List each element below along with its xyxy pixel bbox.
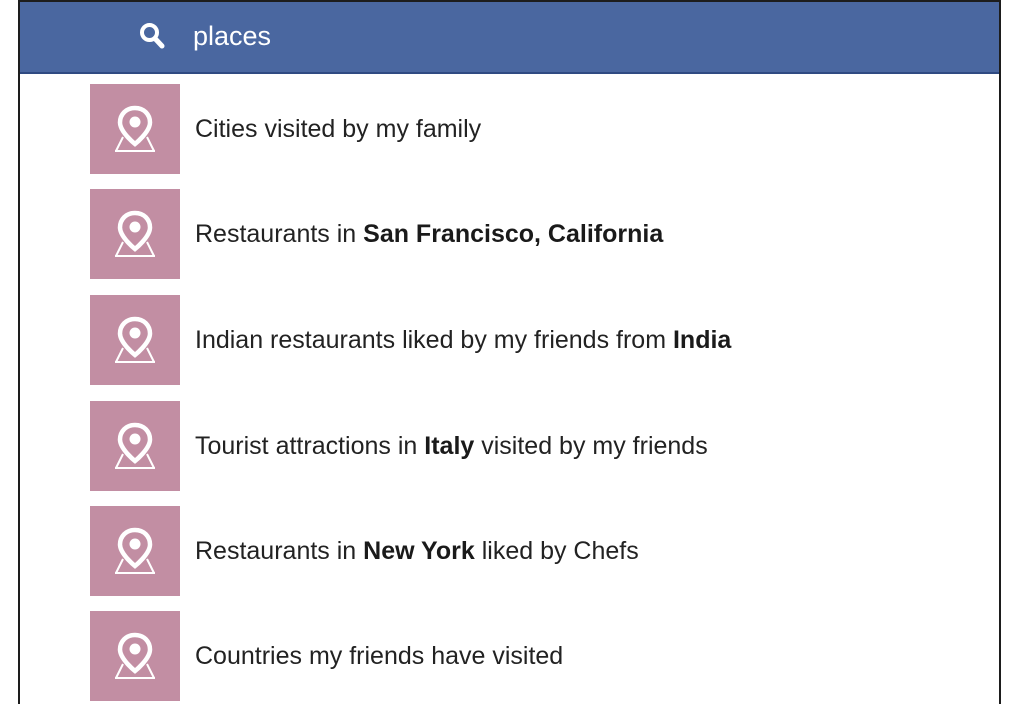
map-pin-icon (90, 84, 180, 174)
result-label: Tourist attractions in Italy visited by … (195, 401, 708, 491)
result-label-text: visited by my friends (474, 432, 708, 460)
result-item[interactable]: Tourist attractions in Italy visited by … (90, 401, 989, 491)
result-label-text: Countries my friends have visited (195, 642, 564, 670)
search-bar (20, 2, 999, 74)
search-panel: Cities visited by my family Restaurants i… (18, 0, 1001, 704)
result-label: Countries my friends have visited (195, 611, 563, 701)
result-item[interactable]: Indian restaurants liked by my friends f… (90, 295, 989, 385)
search-icon[interactable] (139, 22, 165, 50)
map-pin-icon (90, 506, 180, 596)
result-label-bold: New York (363, 537, 475, 565)
result-item[interactable]: Restaurants in San Francisco, California (90, 189, 989, 279)
map-pin-icon (90, 401, 180, 491)
result-label-text: Restaurants in (195, 537, 364, 565)
result-label-text: Cities visited by my family (195, 115, 482, 143)
result-label-bold: India (672, 326, 732, 354)
result-item[interactable]: Countries my friends have visited (90, 611, 989, 701)
map-pin-icon (90, 295, 180, 385)
result-item[interactable]: Cities visited by my family (90, 84, 989, 174)
map-pin-icon (90, 611, 180, 701)
result-label-text: Restaurants in (195, 220, 364, 248)
search-input[interactable] (193, 14, 893, 58)
result-label: Restaurants in New York liked by Chefs (195, 506, 639, 596)
result-label: Cities visited by my family (195, 84, 481, 174)
result-label-text: liked by Chefs (474, 537, 639, 565)
result-label-text: Indian restaurants liked by my friends f… (195, 326, 673, 354)
result-label-text: Tourist attractions in (195, 432, 425, 460)
result-label-bold: San Francisco, California (363, 220, 664, 248)
map-pin-icon (90, 189, 180, 279)
result-item[interactable]: Restaurants in New York liked by Chefs (90, 506, 989, 596)
result-label: Restaurants in San Francisco, California (195, 189, 663, 279)
result-label-bold: Italy (424, 432, 475, 460)
result-label: Indian restaurants liked by my friends f… (195, 295, 731, 385)
